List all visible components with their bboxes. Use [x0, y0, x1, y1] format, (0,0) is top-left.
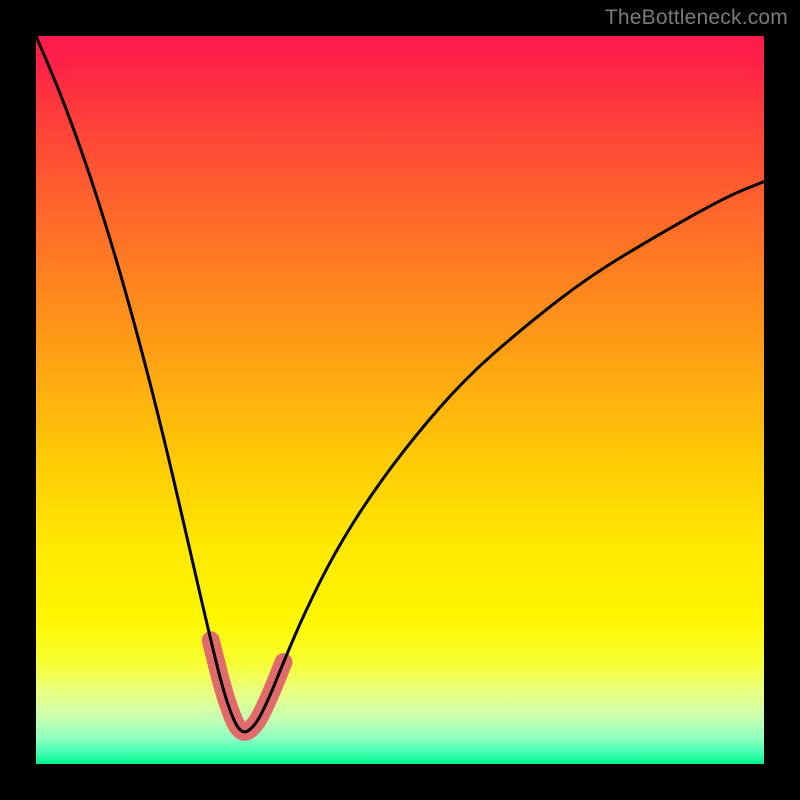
chart-frame: TheBottleneck.com [0, 0, 800, 800]
watermark-text: TheBottleneck.com [605, 6, 788, 30]
plot-area [36, 36, 764, 764]
curve-layer [36, 36, 764, 764]
bottleneck-curve [36, 36, 764, 732]
